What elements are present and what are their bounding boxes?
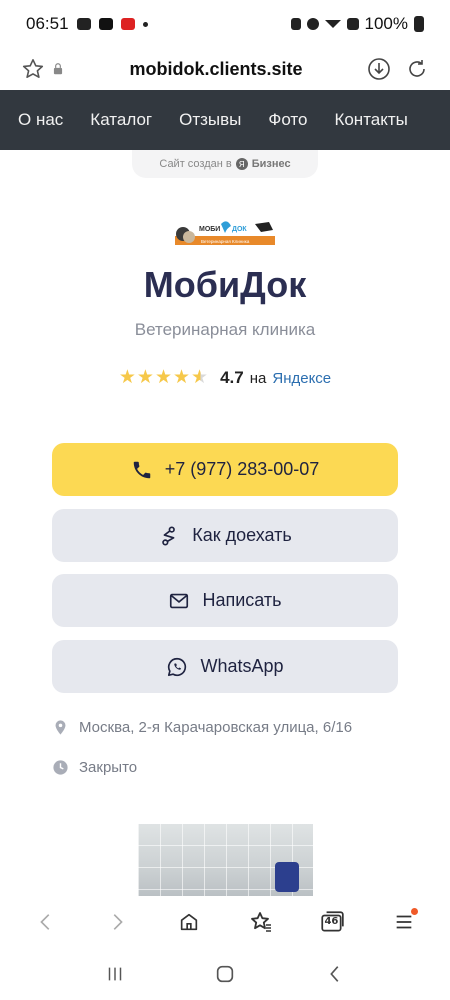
badge-prefix: Сайт создан в xyxy=(159,158,232,170)
forward-button[interactable] xyxy=(97,902,137,942)
url-text[interactable]: mobidok.clients.site xyxy=(68,59,364,80)
star-icon: ★ xyxy=(136,367,154,388)
nav-item-contacts[interactable]: Контакты xyxy=(334,110,407,130)
alarm-icon xyxy=(306,18,319,30)
home-icon xyxy=(180,913,198,931)
url-bar: mobidok.clients.site xyxy=(0,48,450,90)
back-system-button[interactable] xyxy=(315,954,355,994)
battery-icon xyxy=(414,16,424,32)
bookmark-star-icon[interactable] xyxy=(18,54,48,84)
lock-icon xyxy=(48,54,68,84)
logo-text-2: ДОК xyxy=(232,226,247,233)
write-button[interactable]: Написать xyxy=(52,574,398,627)
yandex-icon: Я xyxy=(235,158,248,170)
more-notifications-icon xyxy=(142,21,148,27)
rating-stars: ★ ★ ★ ★ ★ xyxy=(119,368,208,388)
tab-count: 46 xyxy=(324,916,339,927)
route-button[interactable]: Как доехать xyxy=(52,509,398,562)
created-in-badge[interactable]: Сайт создан в Я Бизнес xyxy=(132,150,318,178)
page-title: МобиДок xyxy=(143,264,307,305)
star-icon: ★ xyxy=(172,367,191,388)
recent-apps-button[interactable] xyxy=(95,954,135,994)
mail-icon xyxy=(170,593,189,608)
whatsapp-button[interactable]: WhatsApp xyxy=(52,640,398,693)
logo-text-1: МОБИ xyxy=(199,226,220,233)
menu-button[interactable] xyxy=(384,902,424,942)
wifi-icon xyxy=(324,20,341,28)
nav-item-catalog[interactable]: Каталог xyxy=(90,110,152,130)
nav-item-photo[interactable]: Фото xyxy=(268,110,307,130)
route-icon xyxy=(162,525,176,546)
recent-apps-icon xyxy=(108,967,122,981)
write-button-label: Написать xyxy=(202,590,282,610)
hours-text: Закрыто xyxy=(79,759,138,776)
refresh-icon[interactable] xyxy=(402,54,432,84)
forward-icon xyxy=(114,914,124,930)
clock-icon xyxy=(53,760,68,775)
rating-row[interactable]: ★ ★ ★ ★ ★ 4.7 на Яндексе xyxy=(0,368,450,388)
tabs-button[interactable]: 46 xyxy=(312,902,352,942)
page-subtitle: Ветеринарная клиника xyxy=(134,320,316,339)
call-button[interactable]: +7 (977) 283-00-07 xyxy=(52,443,398,496)
nav-item-about[interactable]: О нас xyxy=(18,110,63,130)
home-system-icon xyxy=(216,965,234,983)
rating-value: 4.7 xyxy=(220,368,244,387)
rating-source-link[interactable]: Яндексе xyxy=(272,370,331,387)
menu-notification-dot xyxy=(411,908,419,915)
app-icon xyxy=(120,18,135,30)
whatsapp-button-label: WhatsApp xyxy=(200,656,284,676)
star-icon: ★ xyxy=(118,367,136,388)
logo-subtext: Ветеринарная Клиника xyxy=(201,239,250,244)
bookmarks-button[interactable] xyxy=(241,902,281,942)
rating-on: на xyxy=(249,369,267,387)
status-bar: 06:51 100% xyxy=(0,0,450,48)
system-nav-bar xyxy=(0,948,450,1000)
bookmarks-icon xyxy=(250,912,271,932)
phone-icon xyxy=(133,461,150,478)
photo-equipment xyxy=(275,862,299,892)
youtube-icon xyxy=(98,18,113,30)
location-icon xyxy=(55,720,66,735)
battery-level: 100% xyxy=(364,14,408,33)
download-icon[interactable] xyxy=(364,54,394,84)
address-row[interactable]: Москва, 2-я Карачаровская улица, 6/16 xyxy=(52,719,352,736)
status-time: 06:51 xyxy=(26,14,69,33)
badge-brand: Бизнес xyxy=(251,158,291,170)
nav-item-reviews[interactable]: Отзывы xyxy=(179,110,241,130)
home-system-button[interactable] xyxy=(205,954,245,994)
star-half-icon: ★ xyxy=(191,367,209,388)
back-button[interactable] xyxy=(26,902,66,942)
battery-saver-icon xyxy=(290,18,301,30)
site-nav: О нас Каталог Отзывы Фото Контакты xyxy=(0,90,450,150)
clinic-photo[interactable] xyxy=(138,824,313,900)
hours-row[interactable]: Закрыто xyxy=(52,759,137,776)
route-button-label: Как доехать xyxy=(192,525,292,545)
back-system-icon xyxy=(330,966,339,982)
call-button-label: +7 (977) 283-00-07 xyxy=(164,459,320,479)
cloud-icon xyxy=(76,18,91,30)
clinic-logo: МОБИ ДОК Ветеринарная Клиника xyxy=(175,221,275,245)
browser-toolbar: 46 xyxy=(0,896,450,948)
back-icon xyxy=(40,914,50,930)
address-text: Москва, 2-я Карачаровская улица, 6/16 xyxy=(79,719,353,736)
home-button[interactable] xyxy=(169,902,209,942)
signal-icon xyxy=(346,18,359,30)
star-icon: ★ xyxy=(154,367,172,388)
whatsapp-icon xyxy=(168,657,187,676)
